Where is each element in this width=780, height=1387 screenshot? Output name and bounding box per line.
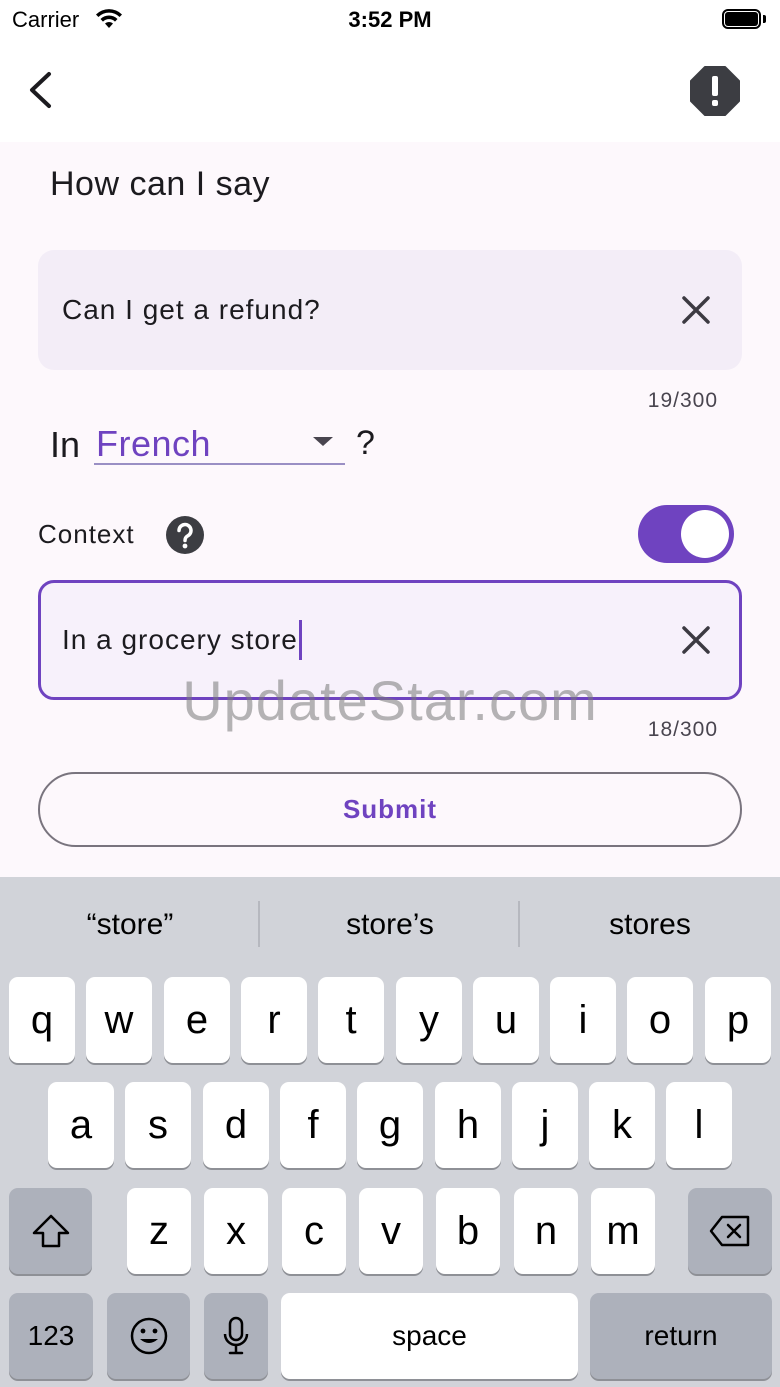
microphone-icon: [223, 1316, 249, 1355]
key-u[interactable]: u: [473, 977, 539, 1063]
back-button[interactable]: [18, 66, 66, 114]
key-r[interactable]: r: [241, 977, 307, 1063]
key-d[interactable]: d: [203, 1082, 269, 1168]
key-s[interactable]: s: [125, 1082, 191, 1168]
key-f[interactable]: f: [280, 1082, 346, 1168]
return-key[interactable]: return: [590, 1293, 772, 1379]
key-y[interactable]: y: [396, 977, 462, 1063]
context-help-button[interactable]: [165, 515, 205, 555]
emoji-key[interactable]: [107, 1293, 190, 1379]
prediction-item[interactable]: “store”: [0, 877, 260, 972]
phrase-char-counter: 19/300: [647, 389, 718, 412]
context-label: Context: [38, 519, 135, 549]
chevron-left-icon: [30, 72, 51, 108]
dictation-key[interactable]: [204, 1293, 268, 1379]
status-clock: 3:52 PM: [348, 7, 432, 32]
key-c[interactable]: c: [282, 1188, 346, 1274]
app-bar: [0, 44, 780, 142]
key-x[interactable]: x: [204, 1188, 268, 1274]
question-mark-label: ?: [356, 424, 375, 462]
close-icon: [682, 626, 710, 654]
emoji-icon: [130, 1317, 167, 1355]
key-l[interactable]: l: [666, 1082, 732, 1168]
key-b[interactable]: b: [436, 1188, 500, 1274]
key-g[interactable]: g: [357, 1082, 423, 1168]
close-icon: [682, 296, 710, 324]
key-e[interactable]: e: [164, 977, 230, 1063]
key-a[interactable]: a: [48, 1082, 114, 1168]
report-button[interactable]: [688, 64, 742, 118]
backspace-icon: [709, 1215, 750, 1247]
dropdown-arrow-icon: [313, 437, 333, 446]
clear-context-button[interactable]: [676, 620, 716, 660]
numbers-key[interactable]: 123: [9, 1293, 93, 1379]
key-z[interactable]: z: [127, 1188, 191, 1274]
key-p[interactable]: p: [705, 977, 771, 1063]
key-h[interactable]: h: [435, 1082, 501, 1168]
key-o[interactable]: o: [627, 977, 693, 1063]
key-q[interactable]: q: [9, 977, 75, 1063]
key-j[interactable]: j: [512, 1082, 578, 1168]
phrase-input[interactable]: Can I get a refund?: [38, 250, 742, 370]
shift-key[interactable]: [9, 1188, 92, 1274]
status-bar: Carrier 3:52 PM: [0, 0, 780, 44]
key-i[interactable]: i: [550, 977, 616, 1063]
key-m[interactable]: m: [591, 1188, 655, 1274]
key-n[interactable]: n: [514, 1188, 578, 1274]
phrase-input-value: Can I get a refund?: [62, 294, 321, 325]
prediction-item[interactable]: stores: [520, 877, 780, 972]
shift-icon: [32, 1214, 69, 1248]
language-dropdown[interactable]: French: [94, 420, 345, 465]
key-w[interactable]: w: [86, 977, 152, 1063]
prediction-item[interactable]: store’s: [260, 877, 520, 972]
language-dropdown-value: French: [96, 423, 212, 464]
text-cursor: [298, 620, 302, 660]
context-toggle[interactable]: [638, 505, 734, 563]
backspace-key[interactable]: [688, 1188, 772, 1274]
clear-phrase-button[interactable]: [676, 290, 716, 330]
question-circle-icon: [166, 516, 204, 554]
key-k[interactable]: k: [589, 1082, 655, 1168]
space-key[interactable]: space: [281, 1293, 578, 1379]
prediction-bar: “store” store’s stores: [0, 877, 780, 972]
context-char-counter: 18/300: [647, 718, 718, 741]
submit-button[interactable]: Submit: [38, 772, 742, 847]
section-title: How can I say: [50, 165, 271, 203]
keyboard: “store” store’s stores qwertyuiop asdfghj…: [0, 877, 780, 1387]
key-v[interactable]: v: [359, 1188, 423, 1274]
octagon-exclamation-icon: [690, 66, 740, 116]
in-label: In: [50, 424, 81, 465]
key-t[interactable]: t: [318, 977, 384, 1063]
toggle-thumb: [681, 510, 729, 558]
battery-icon: [722, 9, 766, 29]
